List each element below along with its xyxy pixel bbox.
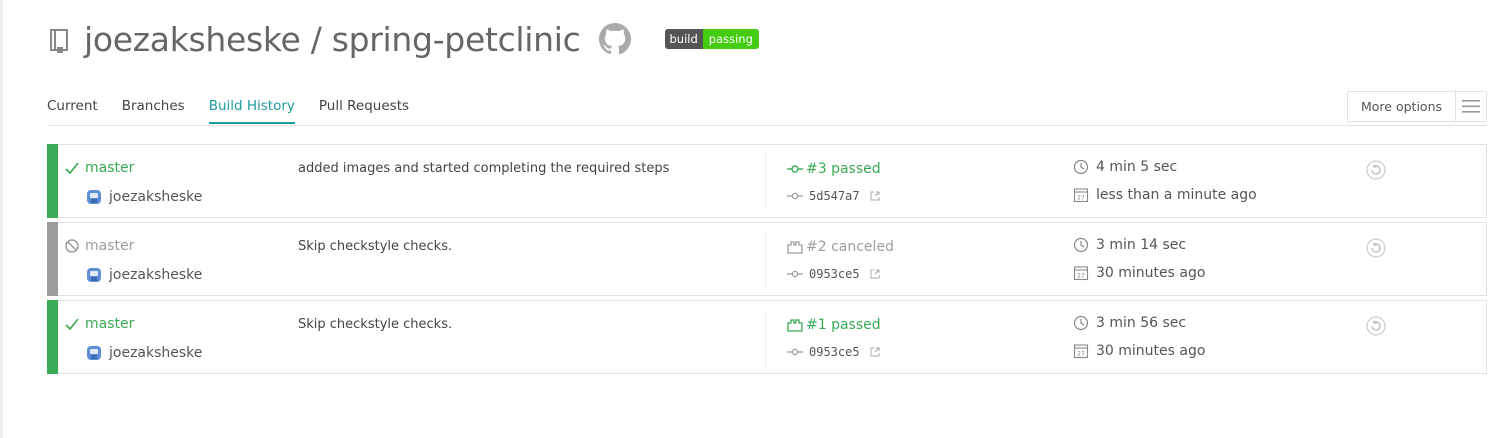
tab-branches[interactable]: Branches <box>122 98 185 124</box>
finished-text: 30 minutes ago <box>1096 265 1206 281</box>
github-icon[interactable] <box>598 23 631 55</box>
tab-pull-requests[interactable]: Pull Requests <box>319 98 409 124</box>
tabs-divider <box>47 125 1487 126</box>
checkmark-icon <box>65 318 79 331</box>
more-options-label: More options <box>1348 92 1456 121</box>
commit-hash: 0953ce5 <box>809 345 860 359</box>
tab-build-history[interactable]: Build History <box>208 98 295 124</box>
repo-header: joezaksheske / spring-petclinic build pa… <box>48 16 759 62</box>
clock-icon <box>1073 159 1089 175</box>
finished-text: less than a minute ago <box>1096 187 1257 203</box>
build-row[interactable]: master joezaksheske added images and sta… <box>47 144 1487 218</box>
calendar-icon: 27 <box>1073 344 1089 359</box>
more-options-button[interactable]: More options <box>1347 91 1487 122</box>
build-author: joezaksheske <box>85 344 202 362</box>
commit-message: Skip checkstyle checks. <box>298 239 453 254</box>
build-duration: 4 min 5 sec <box>1073 159 1177 175</box>
finished-text: 30 minutes ago <box>1096 343 1206 359</box>
hamburger-menu-icon <box>1456 92 1486 121</box>
branch-name: master <box>85 316 135 332</box>
author-name: joezaksheske <box>109 267 203 283</box>
svg-text:27: 27 <box>1077 350 1085 357</box>
build-finished: 27 30 minutes ago <box>1073 343 1205 359</box>
commit-icon <box>787 270 803 278</box>
row-divider <box>765 310 766 366</box>
commit-message: added images and started completing the … <box>298 161 670 176</box>
commit-hash: 0953ce5 <box>809 267 860 281</box>
commit-icon <box>787 192 803 200</box>
row-divider <box>765 154 766 210</box>
svg-text:27: 27 <box>1077 194 1085 201</box>
branch-name: master <box>85 238 135 254</box>
restart-icon[interactable] <box>1366 316 1386 336</box>
duration-text: 4 min 5 sec <box>1096 159 1178 175</box>
build-icon <box>787 319 803 332</box>
build-branch[interactable]: master <box>64 238 134 254</box>
author-name: joezaksheske <box>109 189 203 205</box>
avatar-icon <box>87 346 101 360</box>
branch-name: master <box>85 160 135 176</box>
build-label: #2 canceled <box>806 239 894 255</box>
duration-text: 3 min 14 sec <box>1096 237 1187 253</box>
build-status-badge[interactable]: build passing <box>664 29 759 49</box>
build-number[interactable]: #3 passed <box>787 161 881 177</box>
commit-sha[interactable]: 0953ce5 <box>787 345 880 359</box>
build-duration: 3 min 14 sec <box>1073 237 1186 253</box>
restart-icon[interactable] <box>1366 238 1386 258</box>
build-history-list: master joezaksheske added images and sta… <box>47 144 1487 378</box>
build-icon <box>787 165 803 173</box>
commit-sha[interactable]: 0953ce5 <box>787 267 880 281</box>
repo-tabs: Current Branches Build History Pull Requ… <box>47 98 433 124</box>
build-number[interactable]: #1 passed <box>787 317 881 333</box>
badge-label: build <box>664 29 703 49</box>
checkmark-icon <box>65 162 79 175</box>
svg-text:27: 27 <box>1077 272 1085 279</box>
build-duration: 3 min 56 sec <box>1073 315 1186 331</box>
build-number[interactable]: #2 canceled <box>787 239 894 255</box>
avatar-icon <box>87 268 101 282</box>
status-stripe <box>47 300 58 374</box>
build-label: #1 passed <box>806 317 881 333</box>
row-divider <box>765 232 766 288</box>
cancel-circle-icon <box>65 239 79 253</box>
restart-icon[interactable] <box>1366 160 1386 180</box>
build-author: joezaksheske <box>85 188 202 206</box>
external-link-icon[interactable] <box>870 269 880 279</box>
build-branch[interactable]: master <box>64 160 134 176</box>
calendar-icon: 27 <box>1073 188 1089 203</box>
badge-status: passing <box>702 29 759 49</box>
avatar-icon <box>87 190 101 204</box>
calendar-icon: 27 <box>1073 266 1089 281</box>
build-finished: 27 less than a minute ago <box>1073 187 1257 203</box>
external-link-icon[interactable] <box>870 347 880 357</box>
external-link-icon[interactable] <box>870 191 880 201</box>
author-name: joezaksheske <box>109 345 203 361</box>
repo-book-icon <box>50 29 68 53</box>
commit-icon <box>787 348 803 356</box>
commit-sha[interactable]: 5d547a7 <box>787 189 880 203</box>
build-row[interactable]: master joezaksheske Skip checkstyle chec… <box>47 300 1487 374</box>
tab-current[interactable]: Current <box>47 98 98 124</box>
status-stripe <box>47 222 58 296</box>
build-label: #3 passed <box>806 161 881 177</box>
build-author: joezaksheske <box>85 266 202 284</box>
commit-hash: 5d547a7 <box>809 189 860 203</box>
left-edge-rule <box>0 0 3 438</box>
build-branch[interactable]: master <box>64 316 134 332</box>
duration-text: 3 min 56 sec <box>1096 315 1187 331</box>
repo-title[interactable]: joezaksheske / spring-petclinic <box>84 20 581 59</box>
clock-icon <box>1073 237 1089 253</box>
build-icon <box>787 241 803 254</box>
clock-icon <box>1073 315 1089 331</box>
status-stripe <box>47 144 58 218</box>
build-finished: 27 30 minutes ago <box>1073 265 1205 281</box>
commit-message: Skip checkstyle checks. <box>298 317 453 332</box>
build-row[interactable]: master joezaksheske Skip checkstyle chec… <box>47 222 1487 296</box>
